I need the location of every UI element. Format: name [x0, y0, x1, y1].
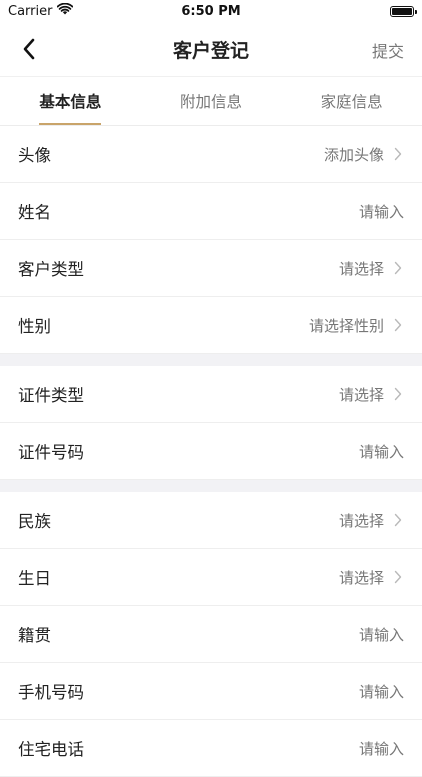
- tab-label: 基本信息: [39, 93, 102, 111]
- chevron-right-icon: [392, 260, 404, 276]
- wifi-icon: [57, 2, 74, 19]
- tab-bar: 基本信息 附加信息 家庭信息: [0, 76, 422, 126]
- row-right: 请选择: [339, 567, 404, 588]
- form-row[interactable]: 生日 请选择: [0, 549, 422, 606]
- row-label: 客户类型: [18, 260, 84, 279]
- status-time: 6:50 PM: [181, 3, 241, 19]
- tab-basic-info[interactable]: 基本信息: [0, 77, 141, 125]
- chevron-right-icon: [392, 146, 404, 162]
- form-row[interactable]: 证件类型 请选择: [0, 366, 422, 423]
- section-divider: [0, 354, 422, 366]
- row-label: 手机号码: [18, 683, 84, 702]
- status-right: [274, 5, 417, 17]
- chevron-right-icon: [392, 386, 404, 402]
- chevron-right-icon: [392, 317, 404, 333]
- row-right: 请选择: [339, 258, 404, 279]
- form-row[interactable]: 手机号码 请输入: [0, 663, 422, 720]
- tab-family-info[interactable]: 家庭信息: [281, 77, 422, 125]
- text-input[interactable]: 请输入: [359, 624, 404, 645]
- row-label: 头像: [18, 146, 51, 165]
- status-left: Carrier: [8, 2, 148, 19]
- tab-indicator: [39, 123, 102, 125]
- tab-additional-info[interactable]: 附加信息: [141, 77, 282, 125]
- row-label: 生日: [18, 569, 51, 588]
- row-right: 请输入: [359, 738, 404, 759]
- row-right: 添加头像: [324, 144, 404, 165]
- form-row[interactable]: 籍贯 请输入: [0, 606, 422, 663]
- battery-icon: [390, 5, 417, 17]
- text-input[interactable]: 请输入: [359, 441, 404, 462]
- select-field[interactable]: 添加头像: [324, 144, 384, 165]
- status-bar: Carrier 6:50 PM: [0, 0, 422, 22]
- tab-label: 家庭信息: [320, 93, 383, 111]
- row-right: 请选择: [339, 510, 404, 531]
- row-right: 请输入: [359, 201, 404, 222]
- row-right: 请选择: [339, 384, 404, 405]
- row-label: 证件号码: [18, 443, 84, 462]
- back-button[interactable]: [14, 34, 44, 64]
- row-right: 请选择性别: [309, 315, 404, 336]
- tab-label: 附加信息: [180, 93, 243, 111]
- row-label: 姓名: [18, 203, 51, 222]
- row-label: 籍贯: [18, 626, 51, 645]
- form-row[interactable]: 姓名 请输入: [0, 183, 422, 240]
- row-right: 请输入: [359, 681, 404, 702]
- text-input[interactable]: 请输入: [359, 201, 404, 222]
- chevron-right-icon: [392, 569, 404, 585]
- navigation-bar: 客户登记 提交: [0, 22, 422, 76]
- select-field[interactable]: 请选择: [339, 258, 384, 279]
- select-field[interactable]: 请选择: [339, 567, 384, 588]
- form-row[interactable]: 民族 请选择: [0, 492, 422, 549]
- customer-form: 头像 添加头像 姓名 请输入 客户类型 请选择 性别 请选择性别 证件类型 请选择 证件号码 请输入民…: [0, 126, 422, 777]
- page-title: 客户登记: [172, 39, 249, 62]
- select-field[interactable]: 请选择性别: [309, 315, 384, 336]
- select-field[interactable]: 请选择: [339, 510, 384, 531]
- select-field[interactable]: 请选择: [339, 384, 384, 405]
- form-row[interactable]: 性别 请选择性别: [0, 297, 422, 354]
- chevron-left-icon: [23, 38, 35, 60]
- carrier-label: Carrier: [8, 3, 53, 19]
- form-row[interactable]: 证件号码 请输入: [0, 423, 422, 480]
- row-right: 请输入: [359, 624, 404, 645]
- row-label: 证件类型: [18, 386, 84, 405]
- form-row[interactable]: 客户类型 请选择: [0, 240, 422, 297]
- submit-button[interactable]: 提交: [372, 38, 404, 62]
- row-label: 民族: [18, 512, 51, 531]
- text-input[interactable]: 请输入: [359, 681, 404, 702]
- chevron-right-icon: [392, 512, 404, 528]
- text-input[interactable]: 请输入: [359, 738, 404, 759]
- row-label: 性别: [18, 317, 51, 336]
- row-right: 请输入: [359, 441, 404, 462]
- row-label: 住宅电话: [18, 740, 84, 759]
- form-row[interactable]: 住宅电话 请输入: [0, 720, 422, 777]
- section-divider: [0, 480, 422, 492]
- form-row[interactable]: 头像 添加头像: [0, 126, 422, 183]
